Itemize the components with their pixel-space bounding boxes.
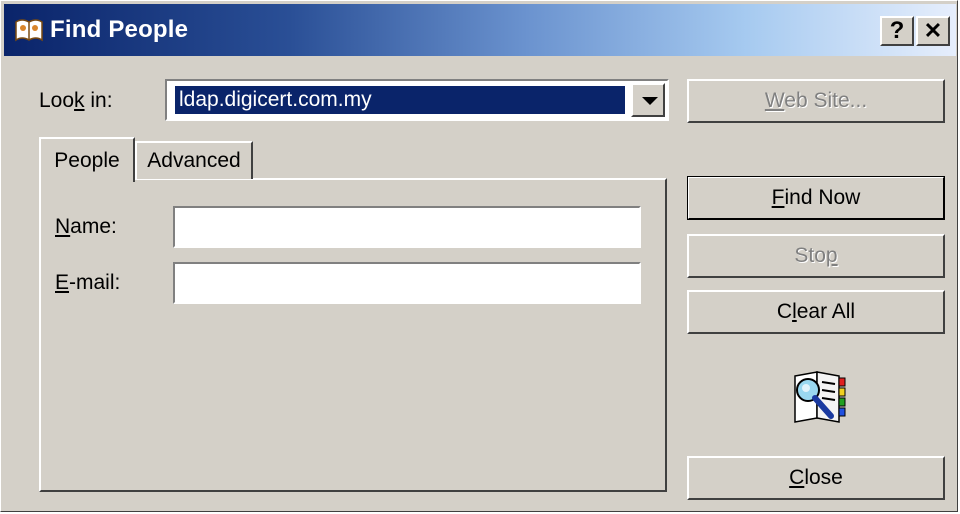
email-input[interactable]: [173, 262, 641, 304]
web-site-label: Web Site...: [764, 89, 868, 112]
name-input[interactable]: [173, 206, 641, 248]
tab-people-label: People: [54, 148, 120, 172]
find-now-button[interactable]: Find Now: [687, 176, 945, 220]
stop-label: Stop: [794, 244, 838, 267]
clear-all-button[interactable]: Clear All: [687, 290, 945, 334]
find-people-dialog: Find People ? ✕ Look in: ldap.digicert.c…: [0, 0, 958, 512]
title-bar[interactable]: Find People ? ✕: [4, 4, 956, 56]
chevron-down-icon[interactable]: [631, 83, 665, 117]
help-button[interactable]: ?: [880, 16, 914, 46]
name-label: Name:: [55, 215, 117, 238]
close-window-button[interactable]: ✕: [916, 16, 950, 46]
tab-advanced-label: Advanced: [147, 149, 241, 172]
help-icon: ?: [889, 17, 905, 44]
look-in-label: Look in:: [39, 89, 113, 112]
email-label: E-mail:: [55, 271, 121, 294]
book-people-icon: [15, 19, 43, 42]
window-title: Find People: [50, 16, 189, 43]
address-book-search-icon: [794, 371, 846, 423]
look-in-value: ldap.digicert.com.my: [175, 86, 625, 114]
web-site-button[interactable]: Web Site...: [687, 79, 945, 123]
find-now-label: Find Now: [771, 186, 861, 209]
stop-button[interactable]: Stop: [687, 234, 945, 278]
close-icon: ✕: [923, 18, 943, 43]
close-button[interactable]: Close: [687, 456, 945, 500]
look-in-dropdown[interactable]: ldap.digicert.com.my: [165, 79, 669, 121]
tab-advanced[interactable]: Advanced: [135, 141, 253, 179]
close-label: Close: [789, 466, 843, 489]
tab-people[interactable]: People: [39, 137, 135, 182]
clear-all-label: Clear All: [776, 300, 856, 323]
